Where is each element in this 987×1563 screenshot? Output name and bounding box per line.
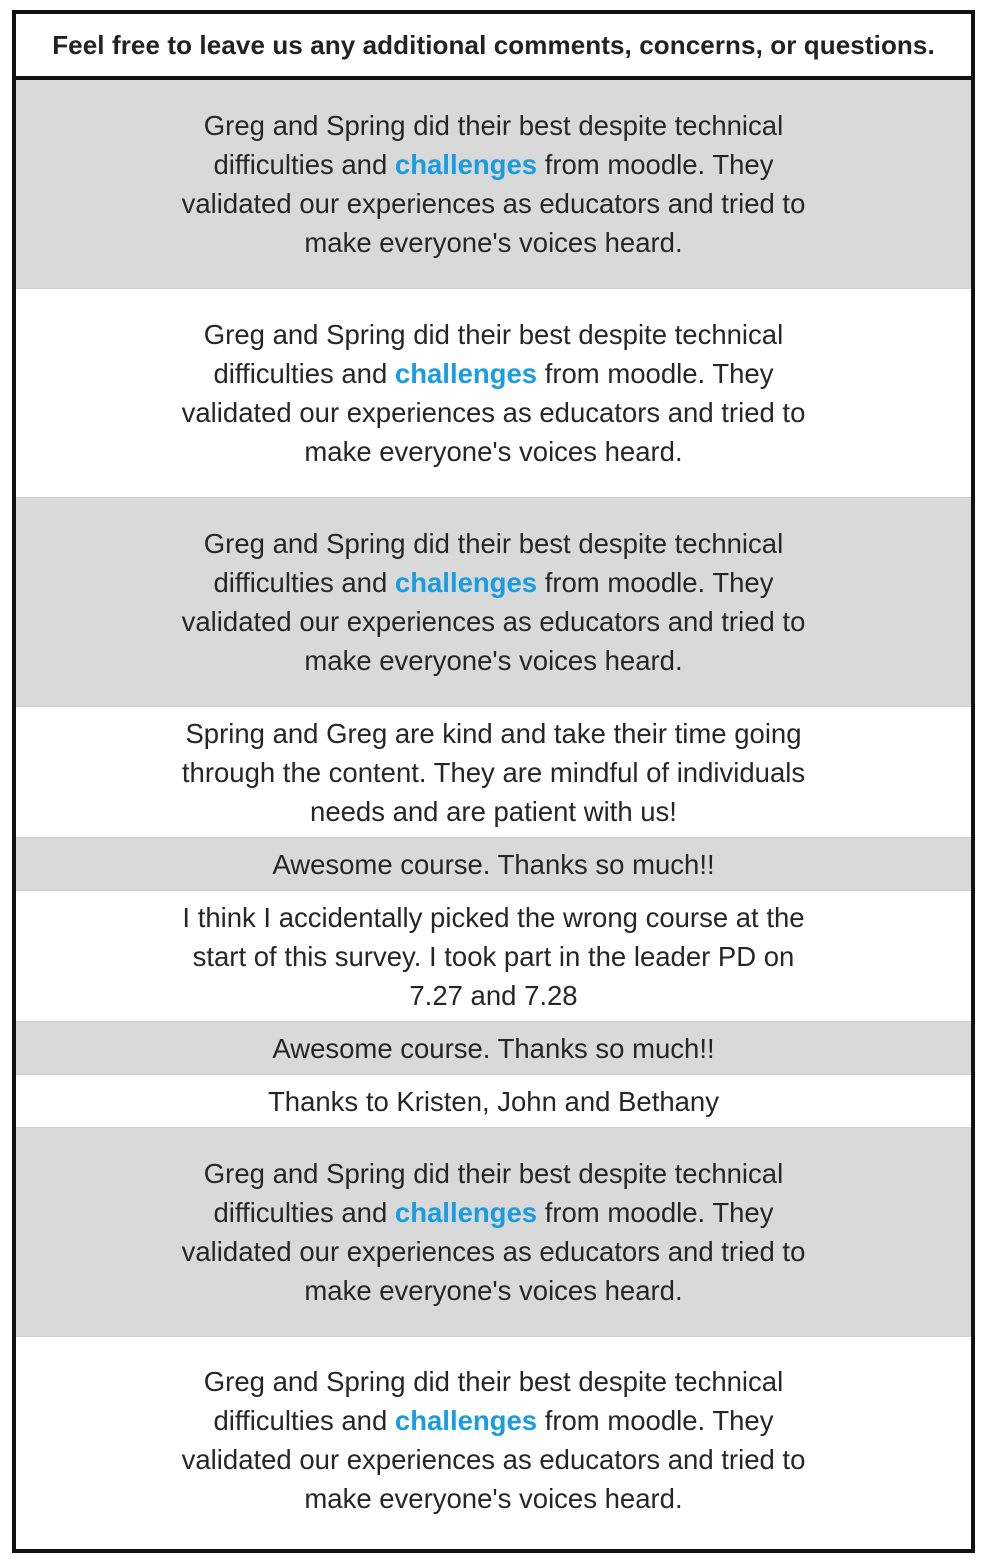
comment-row: Awesome course. Thanks so much!! — [16, 1022, 971, 1075]
comment-row: Greg and Spring did their best despite t… — [16, 498, 971, 707]
comment-row: Greg and Spring did their best despite t… — [16, 80, 971, 289]
comment-row: Spring and Greg are kind and take their … — [16, 707, 971, 838]
comment-text: I think I accidentally picked the wrong … — [182, 901, 805, 1011]
comment-text: Awesome course. Thanks so much!! — [272, 848, 715, 880]
highlighted-word: challenges — [394, 567, 538, 598]
comment-text: Greg and Spring did their best despite t… — [181, 319, 806, 467]
comment-row: Greg and Spring did their best despite t… — [16, 1337, 971, 1543]
comment-text: Greg and Spring did their best despite t… — [181, 528, 806, 676]
comments-table: Feel free to leave us any additional com… — [12, 10, 975, 1553]
comment-row: Thanks to Kristen, John and Bethany — [16, 1075, 971, 1128]
comment-text: Awesome course. Thanks so much!! — [272, 1032, 715, 1064]
highlighted-word: challenges — [394, 358, 538, 389]
comment-row: Greg and Spring did their best despite t… — [16, 289, 971, 498]
highlighted-word: challenges — [394, 1197, 538, 1228]
table-header: Feel free to leave us any additional com… — [16, 14, 971, 80]
comment-row: Greg and Spring did their best despite t… — [16, 1128, 971, 1337]
comment-row: Awesome course. Thanks so much!! — [16, 838, 971, 891]
comment-row: I think I accidentally picked the wrong … — [16, 891, 971, 1022]
comment-text: Spring and Greg are kind and take their … — [181, 717, 806, 827]
comments-list: Greg and Spring did their best despite t… — [16, 80, 971, 1543]
comment-text: Greg and Spring did their best despite t… — [181, 1158, 806, 1306]
highlighted-word: challenges — [394, 149, 538, 180]
highlighted-word: challenges — [394, 1405, 538, 1436]
comment-text: Thanks to Kristen, John and Bethany — [268, 1085, 719, 1117]
comment-text: Greg and Spring did their best despite t… — [181, 110, 806, 258]
comment-text: Greg and Spring did their best despite t… — [181, 1366, 806, 1514]
